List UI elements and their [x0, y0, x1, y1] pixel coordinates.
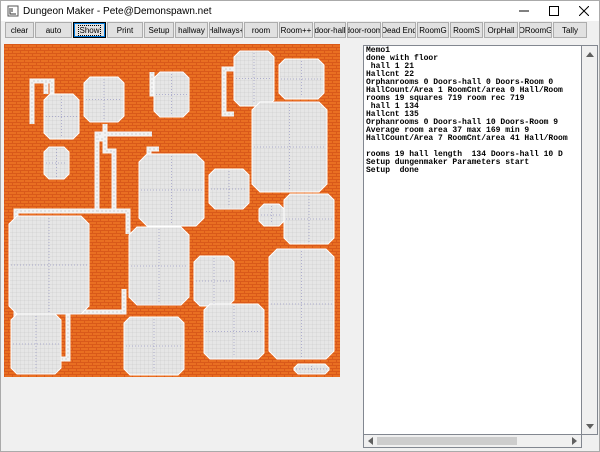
auto-button[interactable]: auto	[35, 22, 72, 38]
map-panel	[2, 42, 358, 451]
hallway-button[interactable]: hallway	[175, 22, 208, 38]
app-window: Dungeon Maker - Pete@Demonspawn.net clea…	[0, 0, 600, 452]
horizontal-scroll-thumb[interactable]	[377, 437, 517, 445]
close-icon	[579, 6, 589, 16]
app-icon	[7, 5, 19, 17]
memo-text: Memo1 done with floor hall 1 21 Hallcnt 22…	[366, 47, 568, 175]
scroll-left-arrow-icon[interactable]	[364, 435, 377, 447]
maximize-icon	[549, 6, 559, 16]
door-room-button-label: door-room	[347, 25, 381, 35]
room-s-button-label: RoomS	[453, 25, 480, 35]
hallways-plus-button[interactable]: Hallways+	[209, 22, 243, 38]
close-button[interactable]	[569, 1, 599, 21]
clear-button-label: clear	[10, 25, 29, 35]
dungeon-room	[283, 193, 335, 245]
print-button[interactable]: Print	[107, 22, 143, 38]
room-button[interactable]: room	[244, 22, 278, 38]
setup-button-label: Setup	[148, 25, 170, 35]
dungeon-map[interactable]	[4, 44, 340, 377]
scroll-down-arrow-icon[interactable]	[582, 418, 598, 434]
minimize-button[interactable]	[509, 1, 539, 21]
room-g-button[interactable]: RoomG	[417, 22, 449, 38]
vertical-scrollbar[interactable]	[582, 45, 598, 435]
orp-hall-button[interactable]: OrpHall	[484, 22, 518, 38]
hallway-button-label: hallway	[178, 25, 205, 35]
tally-button-label: Tally	[561, 25, 578, 35]
room-plus-plus-button[interactable]: Room++	[279, 22, 313, 38]
scroll-up-arrow-icon[interactable]	[582, 46, 598, 62]
o-room-g-button[interactable]: ORoomG	[519, 22, 552, 38]
dead-end-button-label: Dead End	[382, 25, 416, 35]
room-plus-plus-button-label: Room++	[280, 25, 312, 35]
hallways-plus-button-label: Hallways+	[209, 25, 243, 35]
memo-output[interactable]: Memo1 done with floor hall 1 21 Hallcnt 22…	[363, 45, 582, 435]
door-room-button[interactable]: door-room	[347, 22, 381, 38]
show-button[interactable]: Show	[73, 22, 106, 38]
auto-button-label: auto	[45, 25, 62, 35]
dead-end-button[interactable]: Dead End	[382, 22, 416, 38]
memo-line: HallCount/Area 7 RoomCnt/area 41 Hall/Ro…	[366, 134, 568, 143]
orp-hall-button-label: OrpHall	[487, 25, 515, 35]
room-g-button-label: RoomG	[419, 25, 447, 35]
door-hall-button-label: door-hall	[314, 25, 346, 35]
scroll-right-arrow-icon[interactable]	[568, 435, 581, 447]
toolbar: clear auto Show Print Setup hallway Hall…	[5, 22, 588, 39]
dungeon-map-svg	[4, 44, 340, 377]
o-room-g-button-label: ORoomG	[519, 25, 552, 35]
size-grip[interactable]	[582, 435, 598, 448]
print-button-label: Print	[116, 25, 134, 35]
window-title: Dungeon Maker - Pete@Demonspawn.net	[23, 5, 212, 17]
title-bar[interactable]: Dungeon Maker - Pete@Demonspawn.net	[1, 1, 599, 21]
maximize-button[interactable]	[539, 1, 569, 21]
clear-button[interactable]: clear	[5, 22, 34, 38]
setup-button[interactable]: Setup	[144, 22, 174, 38]
tally-button[interactable]: Tally	[553, 22, 587, 38]
room-s-button[interactable]: RoomS	[450, 22, 483, 38]
room-button-label: room	[251, 25, 271, 35]
memo-line: Setup done	[366, 166, 419, 175]
minimize-icon	[519, 10, 529, 12]
horizontal-scrollbar[interactable]	[363, 435, 582, 448]
dungeon-room	[43, 146, 70, 180]
show-button-label: Show	[78, 24, 101, 36]
door-hall-button[interactable]: door-hall	[314, 22, 346, 38]
